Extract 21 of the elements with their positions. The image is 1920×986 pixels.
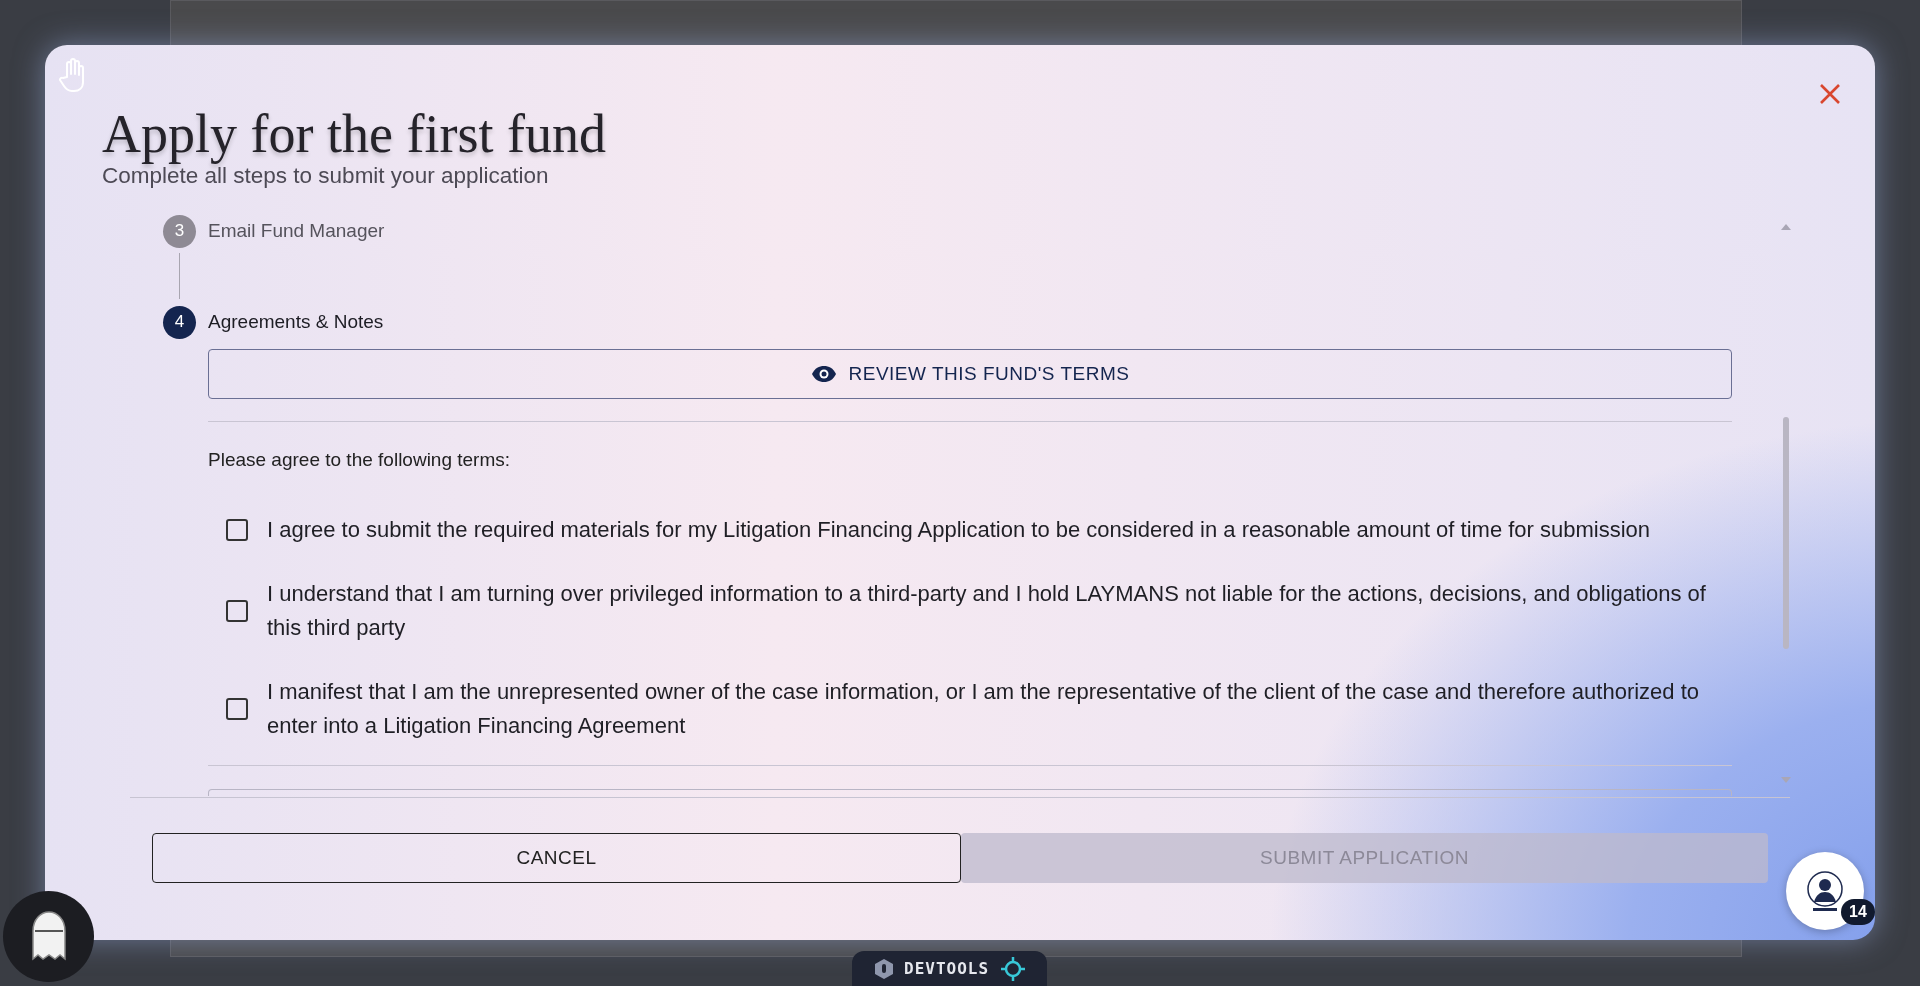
review-terms-button[interactable]: REVIEW THIS FUND'S TERMS (208, 349, 1732, 399)
eye-icon (810, 365, 837, 383)
crosshair-icon[interactable] (1001, 956, 1026, 981)
cancel-button[interactable]: CANCEL (152, 833, 961, 883)
dialog-title: Apply for the first fund (102, 103, 606, 165)
term-text: I agree to submit the required materials for my Litigation Financing Application to be considered in a reasonable amount of time for submission (267, 516, 1651, 544)
step-number: 3 (163, 214, 196, 248)
term-text: I manifest that I am the unrepresented owner of the case information, or I am the representative of the client of the case and therefore authorized to enter into a Litigation Financing Agreement (267, 678, 1701, 740)
dialog-subtitle: Complete all steps to submit your application (102, 163, 550, 189)
devtools-button[interactable]: DEVTOOLS (874, 957, 990, 980)
shield-icon (874, 957, 894, 980)
checkbox[interactable] (226, 600, 248, 622)
scrollbar-thumb[interactable] (1783, 417, 1789, 649)
checkbox[interactable] (226, 519, 248, 541)
terms-prompt: Please agree to the following terms: (208, 449, 512, 471)
term-text: I understand that I am turning over privileged information to a third-party and I hold LAYMANS not liable for the actions, decisions, and obligations of this third party (267, 580, 1707, 642)
step-label: Agreements & Notes (208, 311, 384, 333)
person-emblem-icon (1805, 869, 1845, 913)
checkbox[interactable] (226, 698, 248, 720)
step-number: 4 (163, 305, 196, 339)
step-label: Email Fund Manager (208, 220, 385, 242)
